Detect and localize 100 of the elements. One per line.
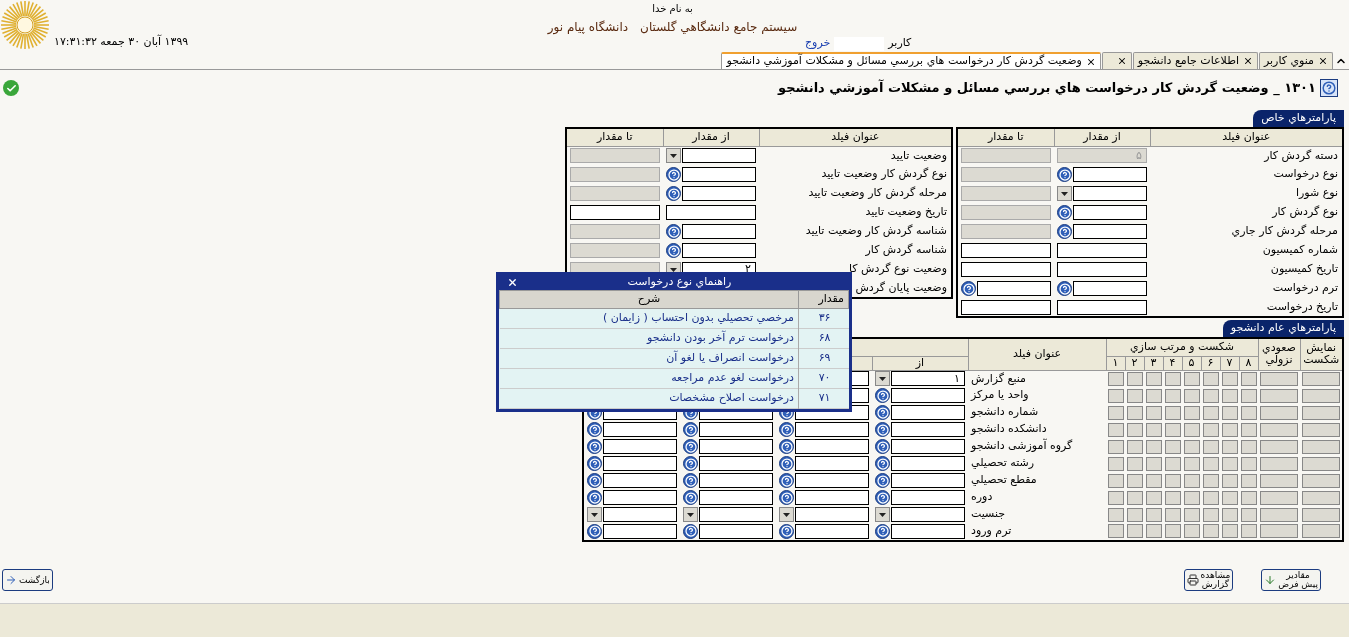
- input-field[interactable]: [1073, 281, 1147, 296]
- input-field[interactable]: [682, 224, 756, 239]
- input-field[interactable]: [682, 186, 756, 201]
- input-field[interactable]: [603, 507, 677, 522]
- help-lookup-icon[interactable]: [1057, 167, 1072, 182]
- help-lookup-icon[interactable]: [683, 523, 698, 539]
- input-field[interactable]: [603, 490, 677, 505]
- input-field[interactable]: [891, 405, 965, 420]
- input-field[interactable]: [682, 148, 756, 164]
- help-lookup-icon[interactable]: [779, 456, 794, 471]
- input-field[interactable]: [1073, 224, 1147, 239]
- help-lookup-icon[interactable]: [587, 473, 602, 488]
- help-lookup-icon[interactable]: [875, 388, 890, 403]
- tab[interactable]: اطلاعات جامع دانشجو: [1132, 52, 1258, 69]
- input-field[interactable]: [682, 243, 756, 258]
- input-field[interactable]: [699, 490, 773, 505]
- input-field[interactable]: [891, 523, 965, 539]
- input-field[interactable]: [891, 422, 965, 437]
- popup-row[interactable]: ۶۸ درخواست ترم آخر بودن دانشجو: [499, 328, 849, 348]
- input-field[interactable]: [666, 205, 756, 220]
- help-lookup-icon[interactable]: [779, 523, 794, 539]
- input-field[interactable]: [795, 490, 869, 505]
- input-field[interactable]: [891, 490, 965, 505]
- help-lookup-icon[interactable]: [683, 422, 698, 437]
- close-icon[interactable]: [1242, 56, 1253, 66]
- input-field[interactable]: [603, 422, 677, 437]
- input-field[interactable]: [1073, 167, 1147, 182]
- help-lookup-icon[interactable]: [666, 224, 681, 239]
- help-lookup-icon[interactable]: [779, 439, 794, 454]
- help-lookup-icon[interactable]: [1057, 281, 1072, 296]
- input-field[interactable]: [699, 422, 773, 437]
- input-field[interactable]: [699, 523, 773, 539]
- dropdown-button[interactable]: [875, 507, 890, 522]
- help-lookup-icon[interactable]: [587, 523, 602, 539]
- input-field[interactable]: [891, 473, 965, 488]
- tab[interactable]: [1101, 52, 1132, 69]
- input-field[interactable]: [977, 281, 1051, 296]
- input-field[interactable]: ۱: [891, 371, 965, 387]
- input-field[interactable]: [891, 507, 965, 522]
- help-lookup-icon[interactable]: [683, 439, 698, 454]
- input-field[interactable]: [603, 439, 677, 454]
- input-field[interactable]: [1057, 243, 1147, 258]
- dropdown-button[interactable]: [587, 507, 602, 522]
- dropdown-button[interactable]: [666, 148, 681, 164]
- help-lookup-icon[interactable]: [875, 405, 890, 420]
- input-field[interactable]: [891, 439, 965, 454]
- input-field[interactable]: [603, 523, 677, 539]
- close-icon[interactable]: [1318, 56, 1328, 66]
- help-lookup-icon[interactable]: [587, 439, 602, 454]
- help-lookup-icon[interactable]: [875, 473, 890, 488]
- input-field[interactable]: [891, 388, 965, 403]
- help-lookup-icon[interactable]: [779, 422, 794, 437]
- input-field[interactable]: [699, 439, 773, 454]
- input-field[interactable]: [1073, 186, 1147, 201]
- dropdown-button[interactable]: [779, 507, 794, 522]
- help-lookup-icon[interactable]: [683, 456, 698, 471]
- help-lookup-icon[interactable]: [587, 490, 602, 505]
- help-lookup-icon[interactable]: [683, 490, 698, 505]
- popup-row[interactable]: ۶۹ درخواست انصراف یا لغو آن: [499, 348, 849, 368]
- help-lookup-icon[interactable]: [666, 243, 681, 258]
- input-field[interactable]: [603, 473, 677, 488]
- help-lookup-icon[interactable]: [779, 473, 794, 488]
- help-lookup-icon[interactable]: [683, 473, 698, 488]
- input-field[interactable]: [699, 456, 773, 471]
- popup-row[interactable]: ۷۰ درخواست لغو عدم مراجعه: [499, 368, 849, 388]
- dropdown-button[interactable]: [875, 371, 890, 387]
- input-field[interactable]: [961, 243, 1051, 258]
- input-field[interactable]: [795, 507, 869, 522]
- input-field[interactable]: [795, 456, 869, 471]
- input-field[interactable]: [795, 422, 869, 437]
- help-lookup-icon[interactable]: [875, 456, 890, 471]
- help-lookup-icon[interactable]: [875, 422, 890, 437]
- dropdown-button[interactable]: [1057, 186, 1072, 201]
- help-lookup-icon[interactable]: [875, 490, 890, 505]
- input-field[interactable]: [795, 473, 869, 488]
- tab[interactable]: منوي کاربر: [1258, 52, 1333, 69]
- help-lookup-icon[interactable]: [875, 523, 890, 539]
- input-field[interactable]: [1057, 262, 1147, 277]
- input-field[interactable]: [570, 205, 660, 220]
- input-field[interactable]: [682, 167, 756, 182]
- help-lookup-icon[interactable]: [1057, 205, 1072, 220]
- toolbar-button[interactable]: مشاهده گزارش: [1183, 569, 1234, 591]
- close-icon[interactable]: [1085, 56, 1096, 67]
- help-lookup-icon[interactable]: [587, 456, 602, 471]
- help-lookup-icon[interactable]: [1057, 224, 1072, 239]
- input-field[interactable]: [961, 299, 1051, 315]
- input-field[interactable]: [603, 456, 677, 471]
- tab[interactable]: وضعیت گردش کار درخواست هاي بررسي مسائل و مشكلات آموزشي دانشجو: [721, 52, 1101, 69]
- toolbar-button[interactable]: مقادیر پیش فرض: [1261, 569, 1321, 591]
- dropdown-button[interactable]: [683, 507, 698, 522]
- close-icon[interactable]: [507, 277, 518, 288]
- help-button[interactable]: [1320, 79, 1338, 97]
- input-field[interactable]: [1057, 299, 1147, 315]
- help-lookup-icon[interactable]: [875, 439, 890, 454]
- logout-link[interactable]: خروج: [805, 34, 831, 51]
- help-lookup-icon[interactable]: [779, 490, 794, 505]
- input-field[interactable]: [699, 507, 773, 522]
- input-field[interactable]: [699, 473, 773, 488]
- input-field[interactable]: [795, 439, 869, 454]
- input-field[interactable]: [961, 262, 1051, 277]
